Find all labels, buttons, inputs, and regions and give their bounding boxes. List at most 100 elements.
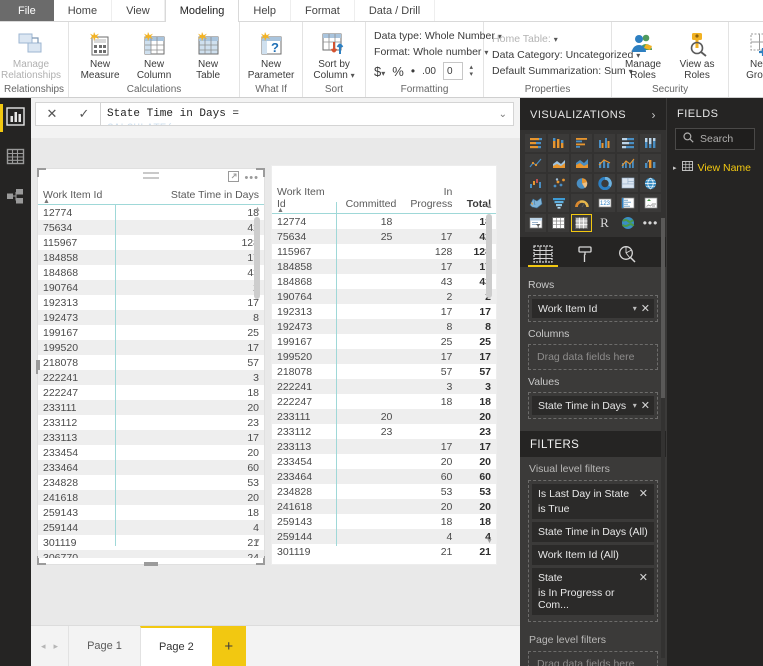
manage-roles-button[interactable]: Manage Roles xyxy=(616,27,670,83)
table-row[interactable]: 301119 21 xyxy=(38,535,264,550)
page-tab-page-1[interactable]: Page 1 xyxy=(68,626,140,666)
formula-accept-button[interactable]: ✓ xyxy=(68,103,100,125)
matrix-table-left[interactable]: Work Item Id ▲ State Time in Days 12774 1… xyxy=(38,187,264,558)
focus-mode-icon[interactable] xyxy=(228,171,240,185)
page-level-filters-group[interactable]: Drag data fields here xyxy=(528,651,658,666)
viz-slicer[interactable] xyxy=(525,214,546,232)
sidebar-item-report-view[interactable] xyxy=(0,98,31,138)
table-row[interactable]: 234828 53 53 xyxy=(272,484,496,499)
table-row[interactable]: 218078 57 xyxy=(38,355,264,370)
more-options-icon[interactable]: ••• xyxy=(244,172,259,184)
table-row[interactable]: 234828 53 xyxy=(38,475,264,490)
table-row[interactable]: 222247 18 xyxy=(38,385,264,400)
table-row[interactable]: 75634251742 xyxy=(272,229,496,244)
viz-matrix[interactable] xyxy=(571,214,592,232)
page-next-icon[interactable]: ▸ xyxy=(54,641,59,652)
viz-line-clustered-column-chart[interactable] xyxy=(617,154,638,172)
currency-button[interactable]: $▾ xyxy=(374,64,385,79)
matrix-table-right[interactable]: Work Item Id ▲ Committed In Progress Tot… xyxy=(272,184,496,558)
table-row[interactable]: 192473 8 8 xyxy=(272,319,496,334)
field-chip-state-time-in-days[interactable]: State Time in Days ▾ ✕ xyxy=(532,396,654,415)
table-scrollbar-right[interactable]: ▲ ▼ xyxy=(485,203,493,545)
table-row[interactable]: 306770 24 xyxy=(38,550,264,558)
formula-cancel-button[interactable]: ✕ xyxy=(36,103,68,125)
ribbon-tab-file[interactable]: File xyxy=(0,0,54,21)
scrollbar-thumb[interactable] xyxy=(661,218,665,398)
table-row[interactable]: 259144 4 4 xyxy=(272,529,496,544)
scrollbar-thumb[interactable] xyxy=(486,214,492,298)
add-page-button[interactable]: + xyxy=(211,626,246,666)
table-row[interactable]: 199167 25 xyxy=(38,325,264,340)
scroll-down-icon[interactable]: ▼ xyxy=(486,538,493,545)
table-row[interactable]: 1848581717 xyxy=(272,259,496,274)
ribbon-tab-modeling[interactable]: Modeling xyxy=(164,0,240,22)
view-as-roles-button[interactable]: View as Roles xyxy=(670,27,724,83)
close-icon[interactable]: ✕ xyxy=(641,399,650,412)
table-row[interactable]: 115967 128 xyxy=(38,235,264,250)
new-column-button[interactable]: New Column xyxy=(127,27,181,83)
filter-card-is-last-day-in-state[interactable]: Is Last Day in State is True ✕ xyxy=(532,484,654,519)
column-header-work-item-id[interactable]: Work Item Id ▲ xyxy=(38,187,115,205)
formula-input[interactable]: State Time in Days = CALCULATE( ⌄ xyxy=(100,102,514,126)
table-row[interactable]: 222241 3 xyxy=(38,370,264,385)
table-row[interactable]: 233112 23 xyxy=(38,415,264,430)
ribbon-tab-view[interactable]: View xyxy=(112,0,165,21)
table-row[interactable]: 1848684343 xyxy=(272,274,496,289)
filter-card-state-time-in-days[interactable]: State Time in Days (All) xyxy=(532,522,654,542)
report-canvas[interactable]: ••• Work Item Id ▲ State Time in Days 12… xyxy=(31,138,520,625)
table-row[interactable]: 241618 20 20 xyxy=(272,499,496,514)
new-parameter-button[interactable]: ? New Parameter xyxy=(244,27,298,83)
sidebar-item-data-view[interactable] xyxy=(0,138,31,178)
new-table-button[interactable]: New Table xyxy=(181,27,235,83)
viz-r-script-visual[interactable]: R xyxy=(594,214,615,232)
tab-format[interactable] xyxy=(564,241,606,267)
viz-kpi[interactable] xyxy=(640,194,661,212)
table-scrollbar-left[interactable]: ▲ ▼ xyxy=(253,206,261,545)
table-row[interactable]: 259144 4 xyxy=(38,520,264,535)
table-row[interactable]: 192473 8 xyxy=(38,310,264,325)
data-type-dropdown[interactable]: Data type: Whole Number ▾ xyxy=(374,30,502,42)
search-input[interactable]: Search xyxy=(675,128,755,150)
table-row[interactable]: 233454 20 xyxy=(38,445,264,460)
tab-analytics[interactable] xyxy=(606,241,648,267)
percent-button[interactable]: % xyxy=(392,64,404,79)
viz-filled-map[interactable] xyxy=(525,194,546,212)
viz-map[interactable] xyxy=(640,174,661,192)
ribbon-tab-help[interactable]: Help xyxy=(239,0,291,21)
viz-funnel-chart[interactable] xyxy=(548,194,569,212)
table-row[interactable]: 222247 18 18 xyxy=(272,394,496,409)
table-row[interactable]: 192313 17 xyxy=(38,295,264,310)
field-table-view-name[interactable]: ▸ View Name xyxy=(667,156,763,179)
table-row[interactable]: 115967 128 128 xyxy=(272,244,496,259)
remove-filter-icon[interactable]: ✕ xyxy=(639,487,648,500)
filter-card-state[interactable]: State is In Progress or Com... ✕ xyxy=(532,568,654,615)
drag-handle-icon[interactable] xyxy=(143,172,159,182)
table-row[interactable]: 233111 20 20 xyxy=(272,409,496,424)
expander-icon[interactable]: ▸ xyxy=(673,164,677,172)
table-row[interactable]: 184868 43 xyxy=(38,265,264,280)
viz-line-stacked-column-chart[interactable] xyxy=(594,154,615,172)
collapse-pane-icon[interactable]: › xyxy=(652,108,657,122)
matrix-visual-left[interactable]: ••• Work Item Id ▲ State Time in Days 12… xyxy=(36,168,265,566)
viz-gauge-chart[interactable] xyxy=(571,194,592,212)
table-row[interactable]: 199520 17 xyxy=(38,340,264,355)
remove-filter-icon[interactable]: ✕ xyxy=(639,571,648,584)
table-row[interactable]: 233464 60 60 xyxy=(272,469,496,484)
table-row[interactable]: 218078 57 57 xyxy=(272,364,496,379)
viz-table[interactable] xyxy=(548,214,569,232)
viz-ribbon-chart[interactable] xyxy=(640,154,661,172)
manage-relationships-button[interactable]: Manage Relationships xyxy=(1,27,61,83)
viz-arcgis-map[interactable] xyxy=(617,214,638,232)
viz-treemap[interactable] xyxy=(617,174,638,192)
table-row[interactable]: 233111 20 xyxy=(38,400,264,415)
viz-donut-chart[interactable] xyxy=(594,174,615,192)
table-row[interactable]: 222241 3 3 xyxy=(272,379,496,394)
filter-card-work-item-id[interactable]: Work Item Id (All) xyxy=(532,545,654,565)
visualizations-pane-scrollbar[interactable] xyxy=(661,218,665,658)
page-prev-icon[interactable]: ◂ xyxy=(41,641,46,652)
table-row[interactable]: 190764 2 xyxy=(38,280,264,295)
column-header-in-progress[interactable]: In Progress xyxy=(397,184,458,214)
table-row[interactable]: 233454 20 20 xyxy=(272,454,496,469)
table-row[interactable]: 184858 17 xyxy=(38,250,264,265)
table-row[interactable]: 233464 60 xyxy=(38,460,264,475)
